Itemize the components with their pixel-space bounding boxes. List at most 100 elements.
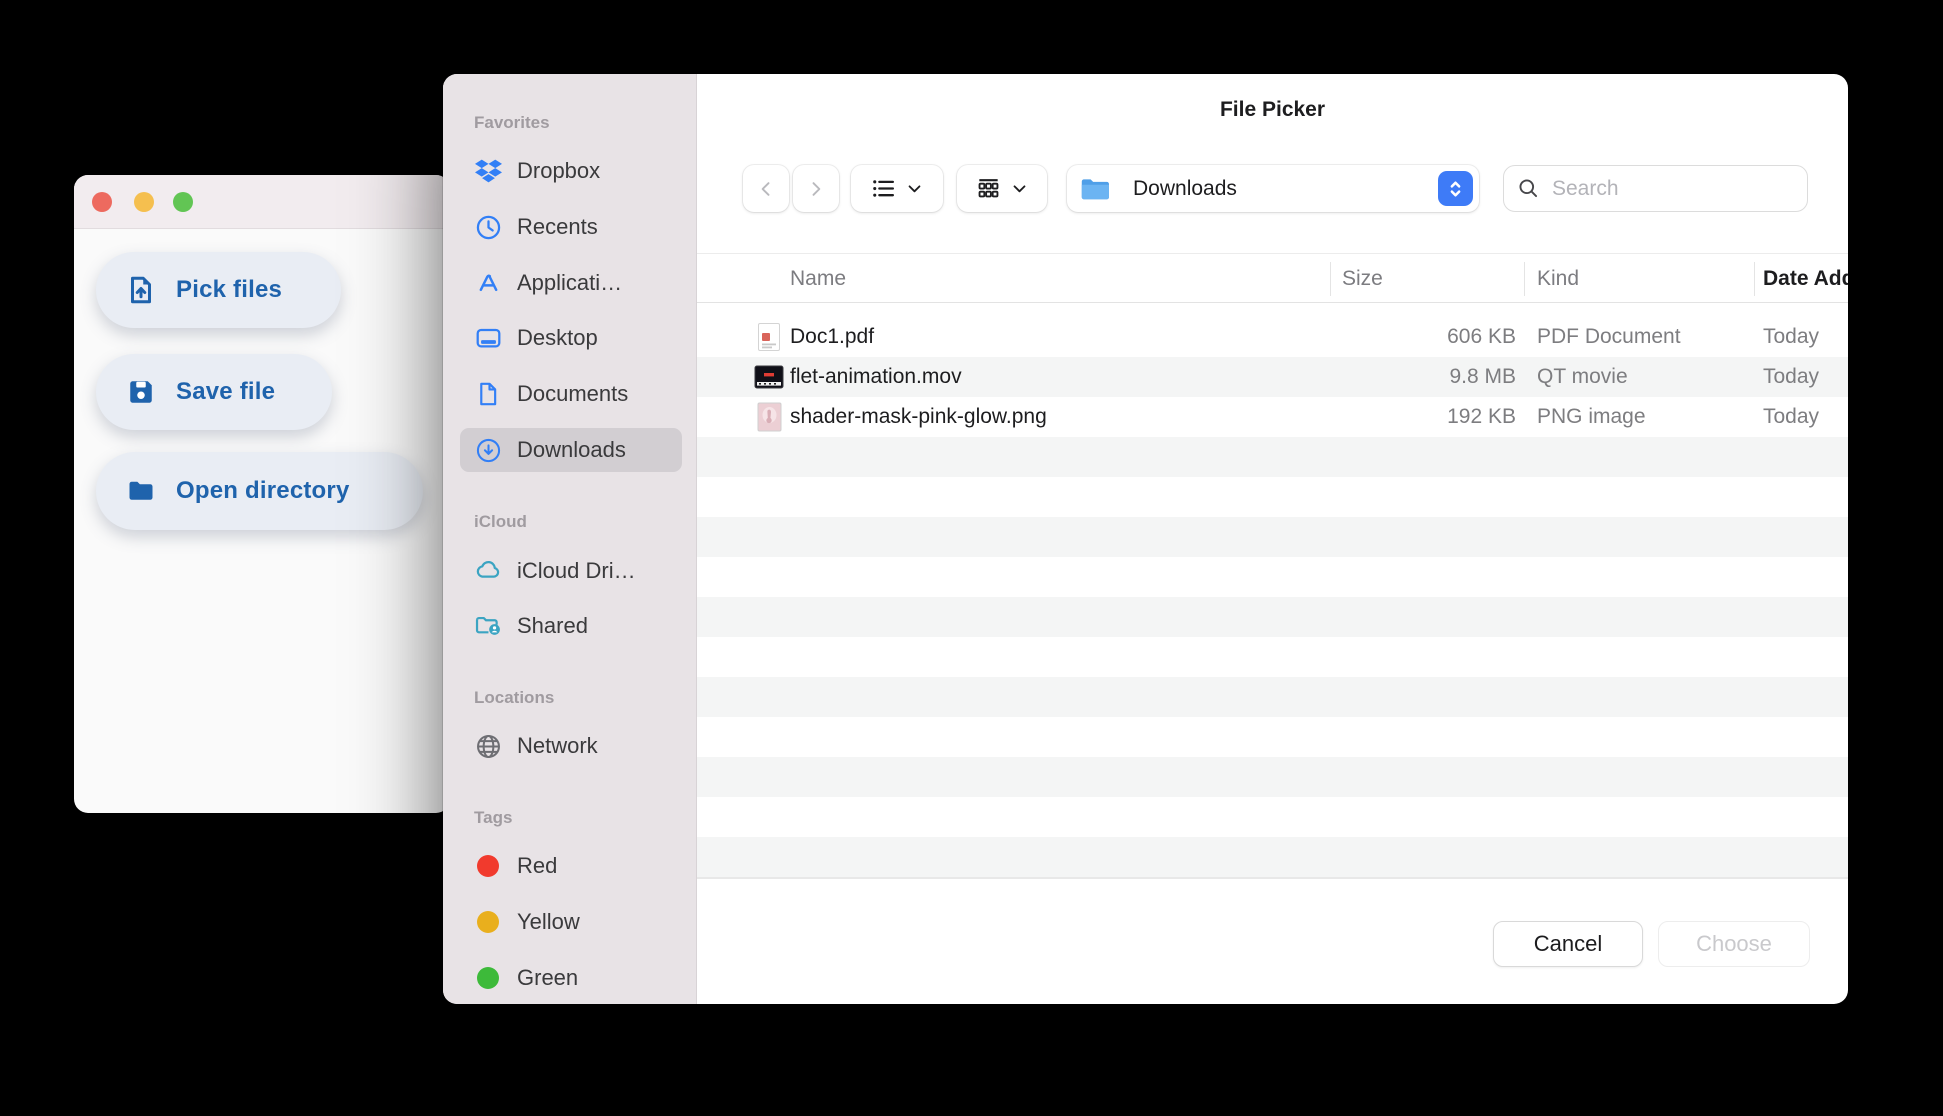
screen: Pick files Save file Open directory Favo… (0, 0, 1943, 1116)
open-directory-label: Open directory (176, 477, 350, 504)
floppy-disk-icon (126, 377, 156, 407)
sidebar-item-label: Desktop (517, 325, 598, 350)
sidebar-item-tag-red[interactable]: Red (460, 844, 682, 888)
green-tag-dot (473, 963, 503, 993)
sidebar-item-label: Network (517, 733, 598, 758)
sidebar-item-desktop[interactable]: Desktop (460, 316, 682, 360)
sidebar-item-label: Dropbox (517, 158, 601, 183)
sidebar-item-applications[interactable]: Applicati… (460, 261, 682, 305)
sidebar-item-shared[interactable]: Shared (460, 604, 682, 648)
footer-divider (697, 877, 1848, 879)
file-row-flet-animation-mov[interactable]: flet-animation.mov 9.8 MB QT movie Today (697, 357, 1848, 397)
yellow-tag-dot (473, 907, 503, 937)
file-date-added: Today (1763, 325, 1820, 348)
close-traffic-light[interactable] (92, 192, 112, 212)
chevron-down-icon (1011, 180, 1028, 197)
view-mode-dropdown[interactable] (851, 165, 943, 212)
sidebar-item-label: Green (517, 965, 579, 990)
app-titlebar[interactable] (74, 175, 450, 229)
file-row-shader-mask-png[interactable]: shader-mask-pink-glow.png 192 KB PNG ima… (697, 397, 1848, 437)
sidebar-item-label: Yellow (517, 909, 580, 934)
globe-icon (473, 731, 503, 761)
sidebar-item-icloud-drive[interactable]: iCloud Dri… (460, 549, 682, 593)
column-divider[interactable] (1524, 262, 1525, 296)
sidebar: Favorites Dropbox Recents Applicati… Des… (443, 74, 697, 1004)
chevron-down-icon (906, 180, 923, 197)
column-header-date-added[interactable]: Date Added (1763, 267, 1848, 291)
folder-icon (126, 476, 156, 506)
pick-files-button[interactable]: Pick files (96, 252, 341, 328)
table-header: Name Size Kind Date Added (697, 253, 1848, 303)
choose-button[interactable]: Choose (1658, 921, 1810, 967)
chevron-left-icon (756, 179, 776, 199)
cancel-button[interactable]: Cancel (1493, 921, 1643, 967)
sidebar-item-network[interactable]: Network (460, 724, 682, 768)
file-name: flet-animation.mov (790, 365, 962, 388)
chevron-right-icon (806, 179, 826, 199)
column-header-kind[interactable]: Kind (1537, 267, 1579, 291)
stepper-icon[interactable] (1438, 171, 1473, 206)
sidebar-item-label: Recents (517, 214, 598, 239)
search-input[interactable] (1550, 175, 1750, 202)
sidebar-item-label: Documents (517, 381, 629, 406)
flet-app-window: Pick files Save file Open directory (74, 175, 450, 813)
save-file-label: Save file (176, 378, 276, 405)
download-circle-icon (473, 435, 503, 465)
sidebar-section-icloud: iCloud (474, 512, 527, 531)
group-view-icon (976, 176, 1001, 201)
pick-files-label: Pick files (176, 276, 283, 303)
column-header-name[interactable]: Name (790, 267, 846, 291)
zoom-traffic-light[interactable] (173, 192, 193, 212)
search-icon (1517, 177, 1540, 200)
dialog-title: File Picker (1219, 98, 1326, 121)
sidebar-item-dropbox[interactable]: Dropbox (460, 149, 682, 193)
document-icon (473, 379, 503, 409)
sidebar-item-tag-green[interactable]: Green (460, 956, 682, 1000)
open-directory-button[interactable]: Open directory (96, 452, 423, 530)
sidebar-item-label: Downloads (517, 437, 626, 462)
movie-file-icon (753, 361, 785, 393)
file-upload-icon (126, 275, 156, 305)
location-label: Downloads (1133, 176, 1237, 200)
file-picker-dialog: Favorites Dropbox Recents Applicati… Des… (443, 74, 1848, 1004)
column-divider[interactable] (1330, 262, 1331, 296)
forward-button[interactable] (793, 165, 839, 212)
sidebar-item-tag-yellow[interactable]: Yellow (460, 900, 682, 944)
file-name: Doc1.pdf (790, 325, 875, 348)
pdf-file-icon (753, 321, 785, 353)
search-field[interactable] (1503, 165, 1808, 212)
save-file-button[interactable]: Save file (96, 354, 332, 430)
cloud-icon (473, 556, 503, 586)
sidebar-section-tags: Tags (474, 808, 513, 827)
minimize-traffic-light[interactable] (134, 192, 154, 212)
sidebar-item-downloads[interactable]: Downloads (460, 428, 682, 472)
group-by-dropdown[interactable] (957, 165, 1047, 212)
file-size: 606 KB (1447, 325, 1516, 348)
column-divider[interactable] (1754, 262, 1755, 296)
app-store-icon (473, 268, 503, 298)
location-dropdown[interactable]: Downloads (1067, 165, 1479, 212)
file-size: 192 KB (1447, 405, 1516, 428)
sidebar-item-label: iCloud Dri… (517, 558, 636, 583)
list-view-icon (871, 176, 896, 201)
file-date-added: Today (1763, 405, 1820, 428)
folder-icon (1080, 176, 1111, 202)
back-button[interactable] (743, 165, 789, 212)
shared-folder-icon (473, 611, 503, 641)
sidebar-item-documents[interactable]: Documents (460, 372, 682, 416)
dropbox-icon (473, 156, 503, 186)
sidebar-item-label: Applicati… (517, 270, 623, 295)
sidebar-section-locations: Locations (474, 688, 555, 707)
sidebar-item-label: Shared (517, 613, 588, 638)
red-tag-dot (473, 851, 503, 881)
file-kind: PDF Document (1537, 325, 1681, 348)
file-name: shader-mask-pink-glow.png (790, 405, 1047, 428)
sidebar-section-favorites: Favorites (474, 113, 550, 132)
sidebar-item-recents[interactable]: Recents (460, 205, 682, 249)
clock-icon (473, 212, 503, 242)
desktop-icon (473, 323, 503, 353)
file-kind: QT movie (1537, 365, 1628, 388)
file-list: Doc1.pdf 606 KB PDF Document Today flet-… (697, 317, 1848, 877)
column-header-size[interactable]: Size (1342, 267, 1383, 291)
file-row-doc1-pdf[interactable]: Doc1.pdf 606 KB PDF Document Today (697, 317, 1848, 357)
